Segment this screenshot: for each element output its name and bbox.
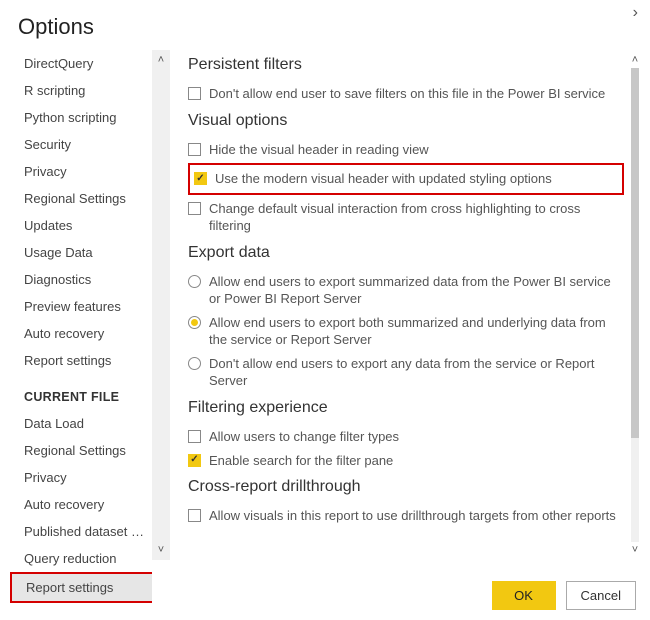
opt-label: Allow visuals in this report to use dril… xyxy=(209,507,624,525)
opt-allow-change-filter-types[interactable]: Allow users to change filter types xyxy=(188,425,624,449)
section-filtering-experience: Filtering experience xyxy=(188,399,624,417)
opt-label: Don't allow end user to save filters on … xyxy=(209,85,624,103)
nav-updates[interactable]: Updates xyxy=(10,212,150,239)
nav-report-settings-global[interactable]: Report settings xyxy=(10,347,150,374)
scroll-thumb[interactable] xyxy=(631,68,639,438)
nav-section-current-file: CURRENT FILE xyxy=(10,374,170,410)
opt-label: Enable search for the filter pane xyxy=(209,452,624,470)
nav-regional-settings[interactable]: Regional Settings xyxy=(10,185,150,212)
opt-label: Allow users to change filter types xyxy=(209,428,624,446)
nav-cf-privacy[interactable]: Privacy xyxy=(10,464,150,491)
opt-export-summarized[interactable]: Allow end users to export summarized dat… xyxy=(188,270,624,311)
scroll-up-icon[interactable]: ˄ xyxy=(158,54,164,66)
scroll-down-icon[interactable]: ˅ xyxy=(632,544,638,556)
ok-button[interactable]: OK xyxy=(492,581,556,610)
opt-label: Hide the visual header in reading view xyxy=(209,141,624,159)
nav-cf-auto-recovery[interactable]: Auto recovery xyxy=(10,491,150,518)
highlight-nav-report-settings: Report settings xyxy=(10,572,152,603)
checkbox-icon[interactable] xyxy=(188,509,201,522)
cancel-button[interactable]: Cancel xyxy=(566,581,636,610)
nav-usage-data[interactable]: Usage Data xyxy=(10,239,150,266)
section-visual-options: Visual options xyxy=(188,112,624,130)
opt-label: Change default visual interaction from c… xyxy=(209,200,624,235)
main-panel: Persistent filters Don't allow end user … xyxy=(170,50,650,560)
section-persistent-filters: Persistent filters xyxy=(188,56,624,74)
opt-modern-visual-header[interactable]: Use the modern visual header with update… xyxy=(194,167,618,191)
nav-python-scripting[interactable]: Python scripting xyxy=(10,104,150,131)
radio-icon[interactable] xyxy=(188,275,201,288)
nav-cf-published-dataset[interactable]: Published dataset set... xyxy=(10,518,150,545)
scroll-up-icon[interactable]: ˄ xyxy=(632,54,638,66)
opt-persistent-dont-allow-save[interactable]: Don't allow end user to save filters on … xyxy=(188,82,624,106)
sidebar-scrollbar[interactable]: ˄ ˅ xyxy=(152,50,170,560)
checkbox-checked-icon[interactable] xyxy=(194,172,207,185)
nav-security[interactable]: Security xyxy=(10,131,150,158)
checkbox-checked-icon[interactable] xyxy=(188,454,201,467)
radio-checked-icon[interactable] xyxy=(188,316,201,329)
radio-icon[interactable] xyxy=(188,357,201,370)
checkbox-icon[interactable] xyxy=(188,430,201,443)
opt-label: Allow end users to export both summarize… xyxy=(209,314,624,349)
dialog-title: Options xyxy=(0,0,650,50)
highlight-opt-modern-visual-header: Use the modern visual header with update… xyxy=(188,163,624,195)
checkbox-icon[interactable] xyxy=(188,143,201,156)
opt-export-both[interactable]: Allow end users to export both summarize… xyxy=(188,311,624,352)
dialog-footer: OK Cancel xyxy=(492,581,636,610)
scroll-down-icon[interactable]: ˅ xyxy=(158,544,164,556)
sidebar: DirectQuery R scripting Python scripting… xyxy=(0,50,170,560)
opt-label: Allow end users to export summarized dat… xyxy=(209,273,624,308)
nav-privacy[interactable]: Privacy xyxy=(10,158,150,185)
nav-cf-data-load[interactable]: Data Load xyxy=(10,410,150,437)
scroll-track[interactable] xyxy=(631,68,639,542)
nav-r-scripting[interactable]: R scripting xyxy=(10,77,150,104)
section-cross-report-drillthrough: Cross-report drillthrough xyxy=(188,478,624,496)
nav-cf-query-reduction[interactable]: Query reduction xyxy=(10,545,150,572)
nav-cf-report-settings[interactable]: Report settings xyxy=(12,574,152,601)
nav-directquery[interactable]: DirectQuery xyxy=(10,50,150,77)
dialog-body: DirectQuery R scripting Python scripting… xyxy=(0,50,650,560)
opt-export-none[interactable]: Don't allow end users to export any data… xyxy=(188,352,624,393)
opt-label: Don't allow end users to export any data… xyxy=(209,355,624,390)
opt-hide-visual-header[interactable]: Hide the visual header in reading view xyxy=(188,138,624,162)
nav-cf-regional-settings[interactable]: Regional Settings xyxy=(10,437,150,464)
section-export-data: Export data xyxy=(188,244,624,262)
opt-enable-search-filter-pane[interactable]: Enable search for the filter pane xyxy=(188,449,624,473)
nav-auto-recovery[interactable]: Auto recovery xyxy=(10,320,150,347)
opt-change-default-interaction[interactable]: Change default visual interaction from c… xyxy=(188,197,624,238)
nav-diagnostics[interactable]: Diagnostics xyxy=(10,266,150,293)
close-chevron-icon[interactable]: › xyxy=(633,4,638,22)
opt-allow-drillthrough-targets[interactable]: Allow visuals in this report to use dril… xyxy=(188,504,624,528)
opt-label: Use the modern visual header with update… xyxy=(215,170,618,188)
checkbox-icon[interactable] xyxy=(188,202,201,215)
main-scrollbar[interactable]: ˄ ˅ xyxy=(626,54,644,556)
nav-preview-features[interactable]: Preview features xyxy=(10,293,150,320)
checkbox-icon[interactable] xyxy=(188,87,201,100)
